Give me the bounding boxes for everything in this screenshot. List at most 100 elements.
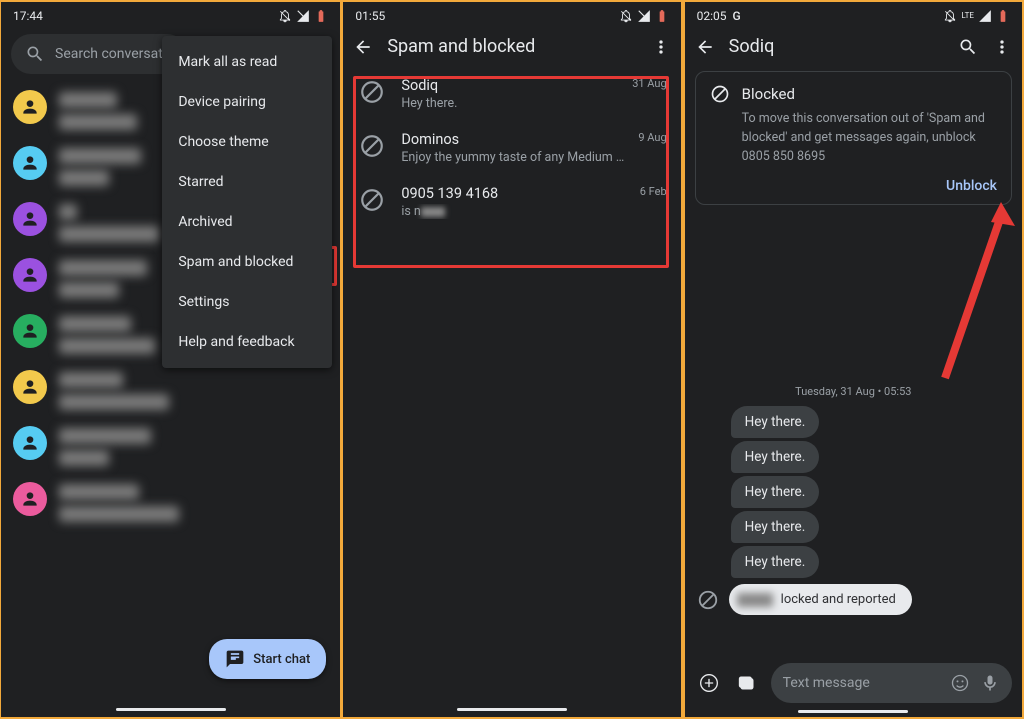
lte-label: LTE	[961, 12, 974, 20]
redacted-text	[59, 204, 159, 242]
menu-spam-blocked[interactable]: Spam and blocked	[162, 242, 332, 282]
battery-icon	[655, 9, 669, 23]
conversation-item[interactable]	[1, 362, 340, 418]
blocked-item[interactable]: 0905 139 4168 is n 6 Feb	[349, 175, 674, 229]
back-icon[interactable]	[353, 37, 373, 57]
message-date: 6 Feb	[640, 185, 667, 219]
add-button[interactable]	[695, 669, 723, 697]
avatar	[13, 314, 47, 348]
redacted-text	[59, 260, 147, 298]
menu-settings[interactable]: Settings	[162, 282, 332, 322]
panel-conversations: 17:44 Search conversat	[0, 0, 341, 719]
dnd-icon	[943, 9, 957, 23]
message-placeholder: Text message	[783, 675, 870, 691]
chat-icon	[225, 649, 245, 669]
signal-icon	[637, 9, 651, 23]
block-icon	[357, 131, 387, 161]
redacted-text	[59, 372, 169, 410]
status-bar: 01:55	[343, 2, 680, 30]
battery-icon	[996, 9, 1010, 23]
contact-name: Sodiq	[401, 77, 618, 94]
snackbar-text: locked and reported	[781, 592, 896, 607]
nav-handle[interactable]	[798, 710, 908, 713]
status-icons	[619, 9, 669, 23]
appbar: Spam and blocked	[343, 30, 680, 67]
blocked-info-card: Blocked To move this conversation out of…	[695, 71, 1012, 205]
search-icon	[25, 44, 45, 64]
panel-spam-blocked: 01:55 Spam and blocked Sodiq Hey there. …	[341, 0, 682, 719]
received-message[interactable]: Hey there.	[731, 406, 820, 438]
message-preview: Hey there.	[401, 96, 618, 111]
redacted-text	[59, 428, 151, 466]
conversation-item[interactable]	[1, 418, 340, 474]
avatar	[13, 202, 47, 236]
message-preview: Enjoy the yummy taste of any Medium …	[401, 150, 624, 165]
clock: 02:05 G	[697, 9, 741, 23]
block-icon	[697, 589, 719, 611]
back-icon[interactable]	[695, 37, 715, 57]
avatar	[13, 426, 47, 460]
search-icon[interactable]	[958, 37, 978, 57]
contact-name: 0905 139 4168	[401, 185, 625, 202]
mic-icon[interactable]	[980, 673, 1000, 693]
avatar	[13, 258, 47, 292]
menu-starred[interactable]: Starred	[162, 162, 332, 202]
blocked-item[interactable]: Sodiq Hey there. 31 Aug	[349, 67, 674, 121]
menu-choose-theme[interactable]: Choose theme	[162, 122, 332, 162]
contact-name: Dominos	[401, 131, 624, 148]
battery-icon	[314, 9, 328, 23]
avatar	[13, 482, 47, 516]
status-icons: LTE	[943, 9, 1010, 23]
contact-title: Sodiq	[729, 36, 944, 57]
appbar: Sodiq	[685, 30, 1022, 67]
compose-bar: Text message	[695, 663, 1012, 703]
dnd-icon	[619, 9, 633, 23]
status-icons	[278, 9, 328, 23]
message-list: Hey there. Hey there. Hey there. Hey the…	[685, 406, 1022, 578]
block-icon	[710, 84, 730, 104]
clock: 17:44	[13, 9, 43, 23]
nav-handle[interactable]	[116, 708, 226, 711]
emoji-icon[interactable]	[950, 673, 970, 693]
message-input[interactable]: Text message	[771, 663, 1012, 703]
signal-icon	[978, 9, 992, 23]
blocked-item[interactable]: Dominos Enjoy the yummy taste of any Med…	[349, 121, 674, 175]
page-title: Spam and blocked	[387, 36, 636, 57]
fab-label: Start chat	[253, 652, 310, 667]
received-message[interactable]: Hey there.	[731, 441, 820, 473]
gallery-button[interactable]	[733, 669, 761, 697]
status-bar: 02:05 G LTE	[685, 2, 1022, 30]
message-preview: is n	[401, 204, 625, 219]
message-date: 9 Aug	[638, 131, 666, 165]
more-icon[interactable]	[992, 37, 1012, 57]
avatar	[13, 90, 47, 124]
menu-mark-all-read[interactable]: Mark all as read	[162, 42, 332, 82]
received-message[interactable]: Hey there.	[731, 511, 820, 543]
conversation-item[interactable]	[1, 474, 340, 530]
annotation-arrow	[915, 202, 1015, 382]
avatar	[13, 146, 47, 180]
dnd-icon	[278, 9, 292, 23]
menu-archived[interactable]: Archived	[162, 202, 332, 242]
start-chat-fab[interactable]: Start chat	[209, 639, 326, 679]
more-icon[interactable]	[651, 37, 671, 57]
received-message[interactable]: Hey there.	[731, 476, 820, 508]
nav-handle[interactable]	[457, 708, 567, 711]
redacted-text	[59, 92, 137, 130]
redacted-text	[59, 484, 179, 522]
redacted-text	[737, 593, 773, 607]
block-icon	[357, 185, 387, 215]
panel-conversation: 02:05 G LTE Sodiq Blocked To move this c…	[683, 0, 1024, 719]
search-placeholder: Search conversat	[55, 46, 163, 62]
date-separator: Tuesday, 31 Aug • 05:53	[685, 385, 1022, 398]
menu-help-feedback[interactable]: Help and feedback	[162, 322, 332, 362]
search-input[interactable]: Search conversat	[11, 34, 187, 74]
unblock-button[interactable]: Unblock	[710, 166, 997, 194]
signal-icon	[296, 9, 310, 23]
block-icon	[357, 77, 387, 107]
overflow-menu: Mark all as read Device pairing Choose t…	[162, 36, 332, 368]
menu-device-pairing[interactable]: Device pairing	[162, 82, 332, 122]
blocked-heading: Blocked	[742, 85, 795, 103]
received-message[interactable]: Hey there.	[731, 546, 820, 578]
message-date: 31 Aug	[632, 77, 666, 111]
